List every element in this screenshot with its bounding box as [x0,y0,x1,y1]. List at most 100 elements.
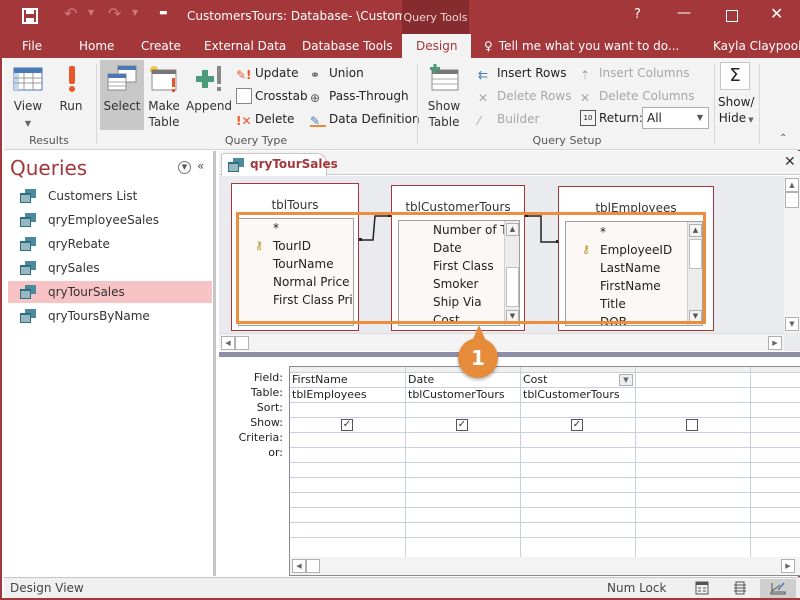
scroll-left-icon[interactable]: ◀ [221,336,235,350]
table-cell[interactable]: tblEmployees [290,388,405,403]
grid-cell[interactable] [406,493,520,508]
scroll-left-icon[interactable]: ◀ [292,559,306,573]
scroll-up-icon[interactable]: ▲ [785,178,799,192]
or-cell[interactable] [290,448,405,463]
show-hide-button[interactable]: Show/ Hide ▼ [718,94,754,126]
collapse-ribbon-icon[interactable]: ⌃ [779,133,787,144]
upper-pane-horizontal-scrollbar[interactable]: ◀ ▶ [219,333,784,351]
sort-cell[interactable] [751,403,800,418]
grid-cell[interactable] [521,493,635,508]
insert-columns-button[interactable]: ⇡ Insert Columns [580,63,689,83]
make-table-button[interactable]: Make Table [146,60,182,130]
union-button[interactable]: ⚭ Union [310,63,364,83]
grid-cell[interactable] [521,478,635,493]
nav-item-customers-list[interactable]: Customers List [8,185,212,207]
run-button[interactable]: Run [56,60,86,130]
pass-through-button[interactable]: ⊕ Pass-Through [310,86,409,106]
delete-rows-button[interactable]: ✕ Delete Rows [478,86,571,106]
tab-external-data[interactable]: External Data [204,34,286,58]
grid-cell[interactable] [406,508,520,523]
insert-rows-button[interactable]: ⇇ Insert Rows [478,63,566,83]
grid-horizontal-scrollbar[interactable]: ◀ ▶ [290,557,800,575]
tab-database-tools[interactable]: Database Tools [302,34,393,58]
upper-pane-vertical-scrollbar[interactable]: ▲ ▼ [784,176,800,333]
grid-cell[interactable] [406,463,520,478]
grid-cell[interactable] [751,478,800,493]
sort-cell[interactable] [406,403,520,418]
undo-dropdown-icon[interactable]: ▼ [88,8,94,17]
grid-cell[interactable] [406,478,520,493]
show-cell[interactable] [751,418,800,433]
nav-item-qrytoursbyname[interactable]: qryToursByName [8,305,212,327]
grid-cell[interactable] [636,493,750,508]
delete-query-button[interactable]: !✕ Delete [236,109,294,129]
nav-item-qrysales[interactable]: qrySales [8,257,212,279]
field-cell[interactable]: Cost ▼ [521,373,635,388]
field-cell[interactable]: FirstName [290,373,405,388]
scroll-thumb[interactable] [785,192,799,208]
grid-cell[interactable] [290,493,405,508]
design-view-button[interactable] [760,579,796,598]
table-cell[interactable] [751,388,800,403]
scroll-right-icon[interactable]: ▶ [768,336,782,350]
grid-cell[interactable] [521,463,635,478]
table-cell[interactable]: tblCustomerTours [406,388,520,403]
update-button[interactable]: ✎! Update [236,63,298,83]
table-cell[interactable]: tblCustomerTours [521,388,635,403]
scroll-down-icon[interactable]: ▼ [785,317,799,331]
nav-pane-title[interactable]: Queries [10,156,87,180]
nav-item-qrytoursales[interactable]: qryTourSales [8,281,212,303]
sort-cell[interactable] [636,403,750,418]
minimize-button[interactable]: — [677,5,691,21]
grid-cell[interactable] [290,463,405,478]
sql-view-button[interactable] [722,579,758,598]
criteria-cell[interactable] [636,433,750,448]
grid-cell[interactable] [290,478,405,493]
scroll-thumb[interactable] [235,336,249,350]
sort-cell[interactable] [290,403,405,418]
field-cell[interactable]: Date [406,373,520,388]
nav-item-qryemployeesales[interactable]: qryEmployeeSales [8,209,212,231]
show-checkbox[interactable] [686,419,698,431]
or-cell[interactable] [636,448,750,463]
criteria-cell[interactable] [521,433,635,448]
grid-cell[interactable] [290,523,405,538]
grid-cell[interactable] [521,508,635,523]
builder-button[interactable]: ⁄ Builder [478,109,539,129]
show-checkbox[interactable]: ✓ [341,419,353,431]
close-document-icon[interactable]: ✕ [784,154,796,170]
tab-create[interactable]: Create [141,34,181,58]
grid-cell[interactable] [636,478,750,493]
grid-cell[interactable] [636,508,750,523]
help-button[interactable]: ? [634,7,641,22]
scroll-thumb[interactable] [306,559,320,573]
tab-design[interactable]: Design [402,34,472,58]
grid-cell[interactable] [751,508,800,523]
show-checkbox[interactable]: ✓ [456,419,468,431]
undo-icon[interactable]: ↶ [64,4,77,23]
field-dropdown-icon[interactable]: ▼ [619,374,633,386]
grid-cell[interactable] [751,493,800,508]
save-icon[interactable] [22,8,38,24]
grid-cell[interactable] [290,508,405,523]
grid-cell[interactable] [636,523,750,538]
show-table-button[interactable]: Show Table [422,60,466,130]
scroll-right-icon[interactable]: ▶ [781,559,795,573]
redo-icon[interactable]: ↷ [108,4,121,23]
grid-cell[interactable] [521,523,635,538]
grid-cell[interactable] [406,523,520,538]
totals-sigma-icon[interactable]: Σ [720,62,750,90]
return-select[interactable]: All ▼ [642,107,709,129]
tab-home[interactable]: Home [79,34,114,58]
criteria-cell[interactable] [751,433,800,448]
crosstab-button[interactable]: Crosstab [236,86,308,106]
tab-file[interactable]: File [22,34,42,58]
redo-dropdown-icon[interactable]: ▼ [132,8,138,17]
select-query-button[interactable]: Select [100,60,144,130]
delete-columns-button[interactable]: ✕ Delete Columns [580,86,694,106]
or-cell[interactable] [406,448,520,463]
close-window-button[interactable]: ✕ [770,4,783,23]
or-cell[interactable] [751,448,800,463]
grid-cell[interactable] [751,463,800,478]
datasheet-view-button[interactable] [684,579,720,598]
